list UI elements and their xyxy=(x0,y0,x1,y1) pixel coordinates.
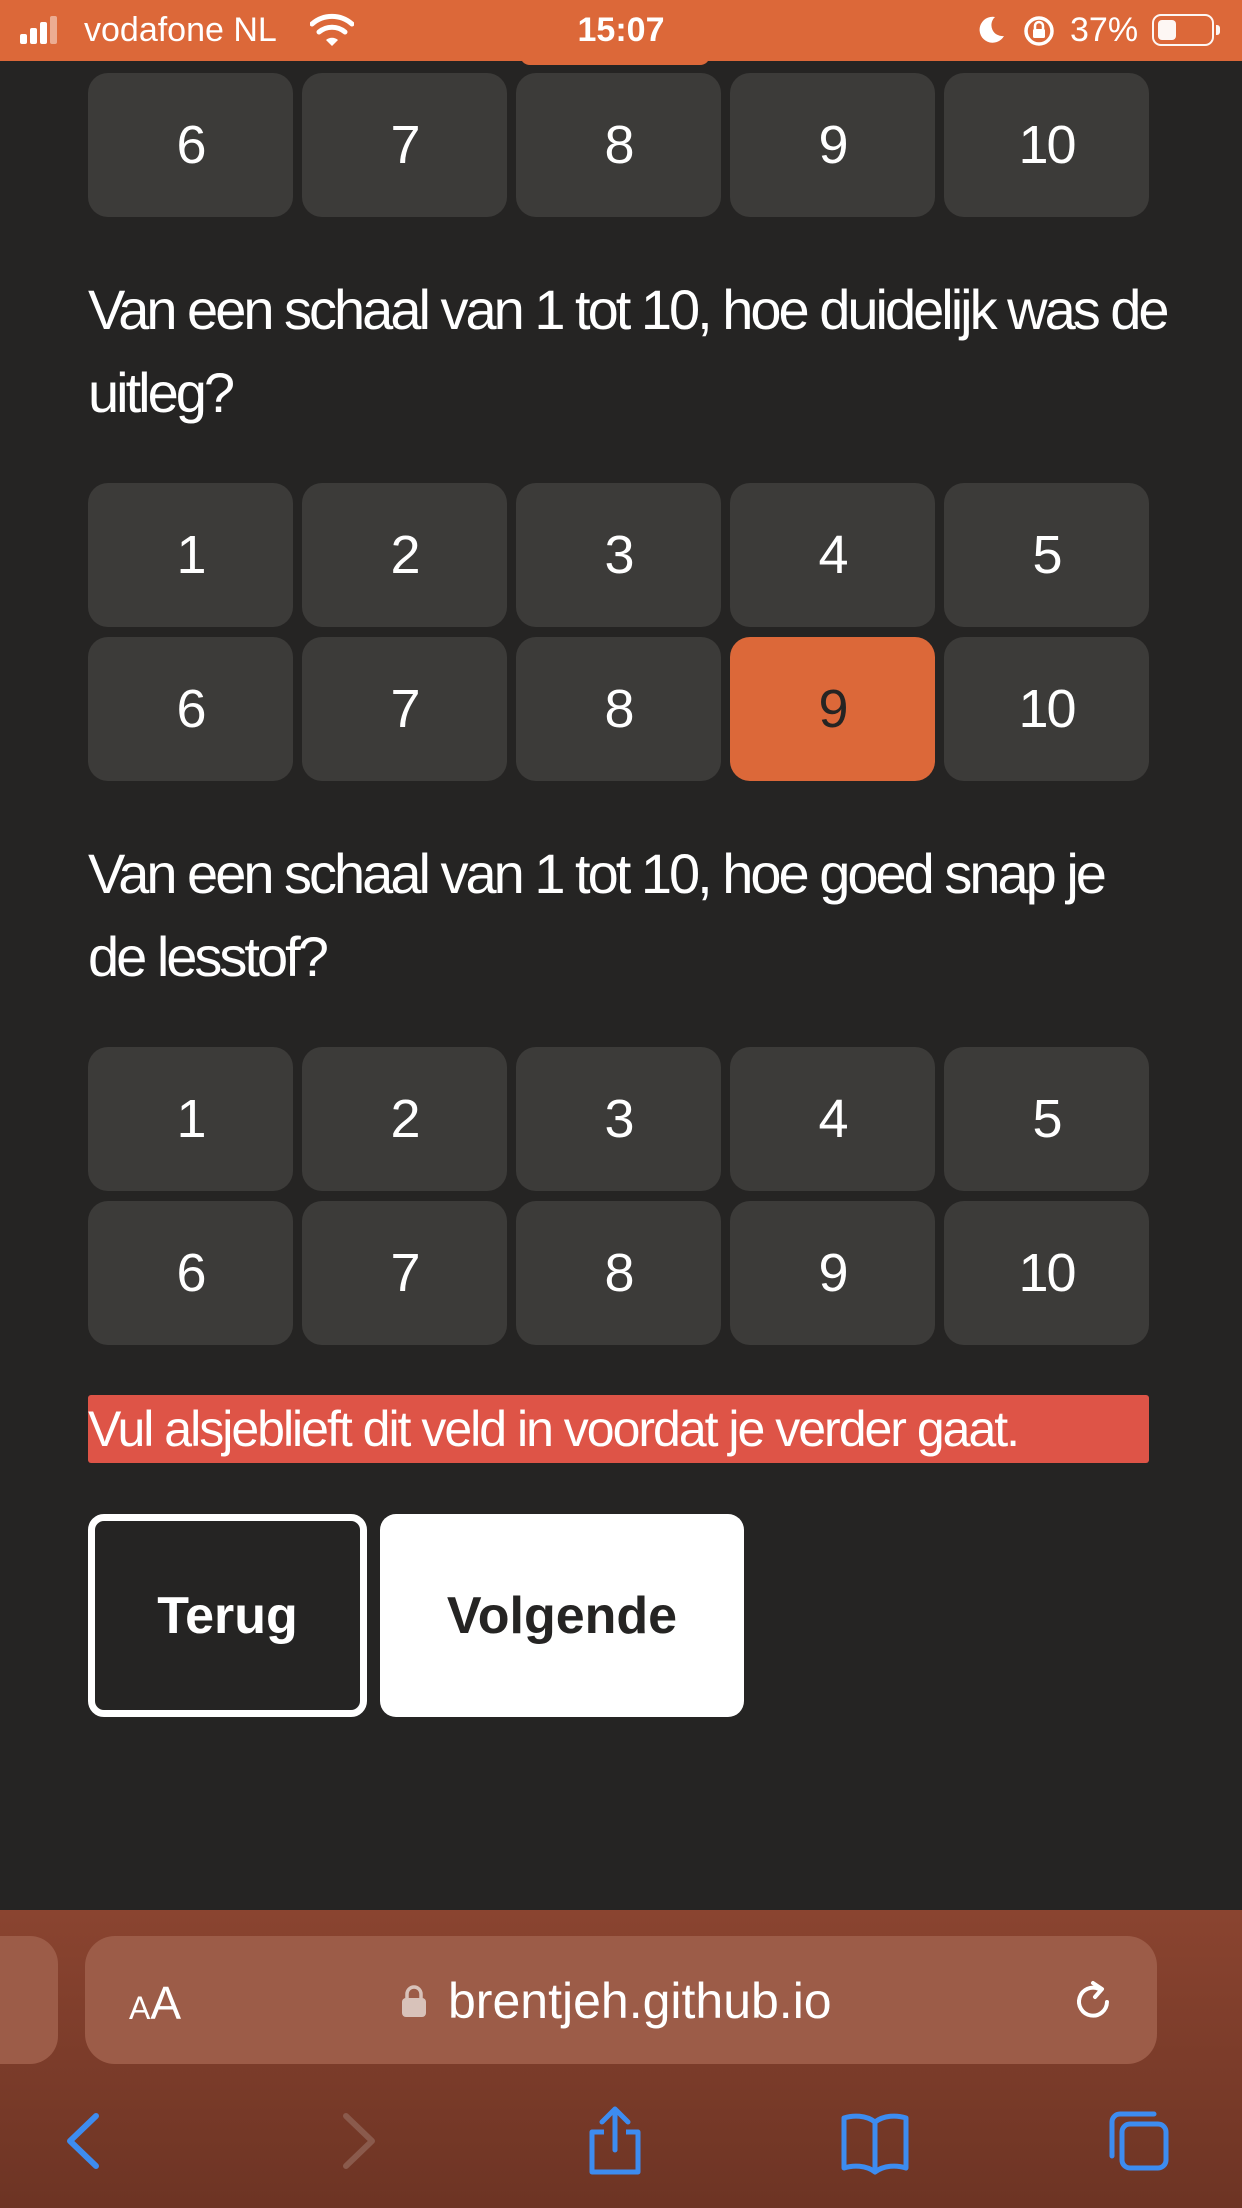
scale-option-6[interactable]: 6 xyxy=(88,1201,293,1345)
scale-option-2[interactable]: 2 xyxy=(302,1047,507,1191)
scale-option-7[interactable]: 7 xyxy=(302,73,507,217)
scale-option-4[interactable]: 4 xyxy=(730,1047,935,1191)
address-bar[interactable]: AA brentjeh.github.io xyxy=(85,1936,1157,2064)
tabs-icon[interactable] xyxy=(1104,2106,1174,2176)
clarity-scale: 1 2 3 4 5 6 7 8 9 10 xyxy=(88,483,1149,791)
scale-option-10[interactable]: 10 xyxy=(944,637,1149,781)
reload-icon[interactable] xyxy=(1069,1978,1117,2026)
validation-error: Vul alsjeblieft dit veld in voordat je v… xyxy=(88,1395,1149,1463)
lock-icon xyxy=(402,1985,426,2017)
scale-option-8[interactable]: 8 xyxy=(516,73,721,217)
status-bar: vodafone NL 15:07 37% xyxy=(0,0,1242,61)
scale-option-10[interactable]: 10 xyxy=(944,1201,1149,1345)
question-clarity: Van een schaal van 1 tot 10, hoe duideli… xyxy=(88,278,1170,424)
next-button[interactable]: Volgende xyxy=(380,1514,744,1717)
understanding-scale: 1 2 3 4 5 6 7 8 9 10 xyxy=(88,1047,1149,1355)
scale-option-9[interactable]: 9 xyxy=(730,73,935,217)
scale-option-5[interactable]: 5 xyxy=(944,1047,1149,1191)
scale-option-3[interactable]: 3 xyxy=(516,483,721,627)
status-bar-tab xyxy=(520,55,710,65)
scale-option-1[interactable]: 1 xyxy=(88,483,293,627)
scale-option-9-selected[interactable]: 9 xyxy=(730,637,935,781)
url-text[interactable]: brentjeh.github.io xyxy=(448,1972,832,2030)
bookmarks-icon[interactable] xyxy=(840,2106,910,2176)
moon-icon xyxy=(979,16,1004,43)
previous-question-scale: 6 7 8 9 10 xyxy=(88,73,1149,227)
forward-icon xyxy=(343,2113,375,2169)
scale-option-7[interactable]: 7 xyxy=(302,1201,507,1345)
scale-option-8[interactable]: 8 xyxy=(516,1201,721,1345)
question-understanding: Van een schaal van 1 tot 10, hoe goed sn… xyxy=(88,842,1107,988)
scale-option-8[interactable]: 8 xyxy=(516,637,721,781)
scale-option-9[interactable]: 9 xyxy=(730,1201,935,1345)
scale-option-6[interactable]: 6 xyxy=(88,637,293,781)
scale-option-6[interactable]: 6 xyxy=(88,73,293,217)
browser-toolbar: AA brentjeh.github.io xyxy=(0,1910,1242,2208)
scale-option-5[interactable]: 5 xyxy=(944,483,1149,627)
previous-tab-peek[interactable] xyxy=(0,1936,58,2064)
battery-percentage: 37% xyxy=(1070,11,1139,49)
orientation-lock-icon xyxy=(1024,16,1054,46)
scale-option-2[interactable]: 2 xyxy=(302,483,507,627)
scale-option-7[interactable]: 7 xyxy=(302,637,507,781)
text-size-button[interactable]: AA xyxy=(129,1976,181,2030)
scale-option-3[interactable]: 3 xyxy=(516,1047,721,1191)
share-icon[interactable] xyxy=(580,2106,650,2176)
scale-option-4[interactable]: 4 xyxy=(730,483,935,627)
scale-option-10[interactable]: 10 xyxy=(944,73,1149,217)
battery-icon xyxy=(1152,14,1220,46)
scale-option-1[interactable]: 1 xyxy=(88,1047,293,1191)
back-icon[interactable] xyxy=(52,2106,122,2176)
back-button[interactable]: Terug xyxy=(88,1514,367,1717)
